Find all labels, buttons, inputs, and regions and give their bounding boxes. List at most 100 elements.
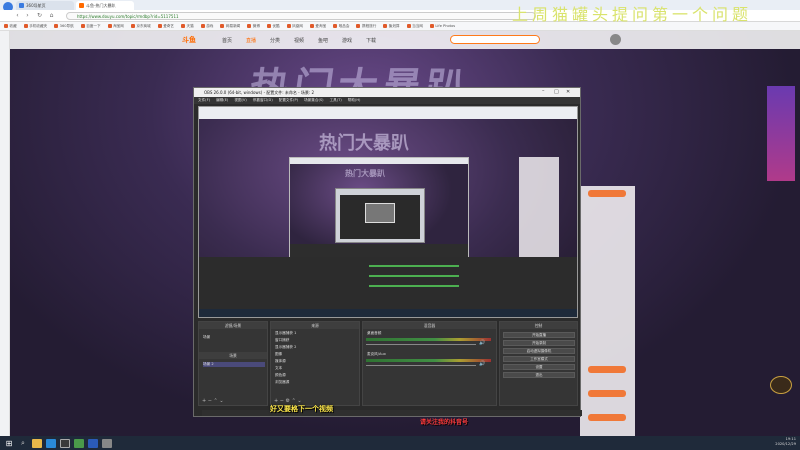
close-icon[interactable]: ✕ — [566, 89, 570, 95]
source-item[interactable]: 颜色源 — [275, 373, 286, 378]
browser-tab-nav[interactable]: 360导航页 — [16, 1, 74, 10]
nav-live[interactable]: 直播 — [246, 37, 256, 44]
start-streaming-button[interactable]: 开始直播 — [503, 332, 575, 338]
bookmark-item[interactable]: 携程旅行 — [356, 24, 376, 29]
source-item[interactable]: 浏览器源 — [275, 380, 289, 385]
bookmark-label: 优酷 — [272, 23, 280, 28]
bookmark-favicon-icon — [266, 24, 271, 28]
nav-video[interactable]: 视频 — [294, 37, 304, 44]
obs-icon[interactable] — [60, 438, 70, 448]
volume-slider[interactable] — [366, 365, 476, 366]
subtitle-line-1: 好又要格下一个视频 — [270, 405, 333, 413]
obs-menu-item[interactable]: 工具(T) — [330, 98, 342, 103]
source-item[interactable]: 图像 — [275, 352, 282, 357]
bookmark-item[interactable]: 360导航 — [54, 24, 74, 29]
panel-button[interactable] — [588, 414, 626, 421]
douyu-search-input[interactable] — [450, 35, 540, 44]
bookmark-item[interactable]: 天猫 — [181, 24, 194, 29]
bookmark-item[interactable]: 爱淘宝 — [309, 24, 326, 29]
obs-menu-item[interactable]: 场景集合(S) — [304, 98, 323, 103]
gift-badge-icon[interactable] — [770, 376, 792, 394]
obs-menu-item[interactable]: 停靠窗口(D) — [253, 98, 273, 103]
bookmark-item[interactable]: 淘宝网 — [107, 23, 124, 29]
bookmark-item[interactable]: 优酷 — [266, 23, 280, 29]
side-advertisement[interactable] — [767, 86, 795, 181]
chrome-icon[interactable] — [74, 438, 84, 448]
speaker-icon[interactable]: 🔊 — [479, 361, 485, 367]
user-avatar[interactable] — [610, 34, 621, 45]
panel-button[interactable] — [588, 190, 626, 197]
douyu-logo[interactable]: 斗鱼 — [182, 35, 196, 45]
obs-menu-item[interactable]: 文件(F) — [198, 98, 210, 103]
bookmark-item[interactable]: 当当网 — [406, 24, 423, 29]
file-explorer-icon[interactable] — [32, 438, 42, 448]
bookmark-item[interactable]: 游戏 — [200, 24, 213, 29]
bookmark-item[interactable]: Life Photos — [429, 24, 456, 28]
bookmark-item[interactable]: 微博 — [247, 24, 260, 29]
add-remove-icons[interactable]: + − ⌃ ⌄ — [202, 398, 224, 404]
source-item[interactable]: 媒体源 — [275, 359, 286, 364]
browser-tab-douyu[interactable]: 斗鱼-热门大暴趴 — [76, 1, 134, 10]
back-button[interactable]: ‹ — [14, 12, 21, 19]
panel-button[interactable] — [588, 390, 626, 397]
source-item[interactable]: 显示器捕获 1 — [275, 331, 296, 336]
bookmark-label: 淘宝网 — [113, 23, 124, 28]
tab-favicon-icon — [19, 3, 24, 8]
search-icon[interactable]: ⌕ — [18, 439, 28, 448]
forward-button[interactable]: › — [24, 12, 31, 19]
nav-home[interactable]: 首页 — [222, 37, 232, 44]
source-item[interactable]: 文本 — [275, 366, 282, 371]
nested-obs — [340, 195, 420, 239]
taskbar-clock[interactable]: 19:11 2020/12/29 — [775, 437, 796, 447]
reload-button[interactable]: ↻ — [36, 12, 43, 19]
settings-icon[interactable] — [102, 438, 112, 448]
browser-icon[interactable] — [46, 438, 56, 448]
bookmark-favicon-icon — [181, 24, 186, 28]
nav-fishbar[interactable]: 鱼吧 — [318, 37, 328, 44]
obs-menu-item[interactable]: 编辑(E) — [216, 98, 228, 103]
bookmark-item[interactable]: 网易新闻 — [220, 24, 240, 29]
bookmark-item[interactable]: 收藏 — [4, 24, 17, 29]
obs-menu-item[interactable]: 视图(V) — [234, 98, 246, 103]
word-icon[interactable] — [88, 438, 98, 448]
panel-button[interactable] — [588, 366, 626, 373]
bookmark-favicon-icon — [4, 24, 8, 28]
scene-item[interactable]: 场景 — [203, 335, 210, 340]
bookmark-item[interactable]: 爱奇艺 — [157, 24, 174, 29]
obs-title-bar: OBS 26.0.0 (64-bit, windows) - 配置文件: 未命名… — [194, 88, 580, 97]
bookmark-item[interactable]: 凤凰网 — [286, 24, 303, 29]
bookmark-label: Life Photos — [435, 24, 456, 28]
studio-mode-button[interactable]: 工作室模式 — [503, 356, 575, 362]
bookmark-favicon-icon — [23, 24, 28, 28]
virtual-camera-button[interactable]: 启动虚拟摄像机 — [503, 348, 575, 354]
scene-item[interactable]: 场景 2 — [203, 362, 265, 367]
bookmark-item[interactable]: 手机收藏夹 — [23, 24, 47, 29]
settings-button[interactable]: 设置 — [503, 364, 575, 370]
home-button[interactable]: ⌂ — [48, 12, 55, 19]
dock-header: 混音器 — [363, 322, 496, 329]
maximize-icon[interactable]: □ — [554, 89, 559, 95]
obs-preview[interactable]: 热门大暴趴 热门大暴趴 — [198, 106, 578, 318]
volume-slider[interactable] — [366, 344, 476, 345]
nested-meter — [369, 275, 459, 277]
bookmark-item[interactable]: 聚划算 — [383, 24, 400, 29]
bookmark-label: 微博 — [252, 23, 260, 28]
minimize-icon[interactable]: – — [542, 88, 545, 94]
source-item[interactable]: 显示器捕获 2 — [275, 345, 296, 350]
bookmarks-bar: 收藏 手机收藏夹 360导航 百度一下 淘宝网 京东商城 爱奇艺 天猫 游戏 网易新闻 微博 优酷 凤凰… — [0, 22, 800, 31]
url-input[interactable]: https://www.douyu.com/topic/rmdbp?rid=51… — [66, 12, 536, 20]
bookmark-item[interactable]: 京东商城 — [130, 24, 151, 29]
obs-menu-item[interactable]: 帮助(H) — [348, 98, 361, 103]
obs-menu-item[interactable]: 配置文件(P) — [279, 98, 298, 103]
nav-category[interactable]: 分类 — [270, 37, 280, 44]
bookmark-item[interactable]: 百度一下 — [80, 24, 101, 29]
tab-label: 360导航页 — [26, 2, 46, 8]
nav-game[interactable]: 游戏 — [342, 37, 352, 44]
speaker-icon[interactable]: 🔊 — [479, 340, 485, 346]
exit-button[interactable]: 退出 — [503, 372, 575, 378]
source-item[interactable]: 窗口捕获 — [275, 338, 289, 343]
nav-download[interactable]: 下载 — [366, 37, 376, 44]
start-recording-button[interactable]: 开始录制 — [503, 340, 575, 346]
bookmark-item[interactable]: 唯品会 — [333, 24, 349, 29]
windows-start-icon[interactable]: ⊞ — [4, 439, 14, 448]
